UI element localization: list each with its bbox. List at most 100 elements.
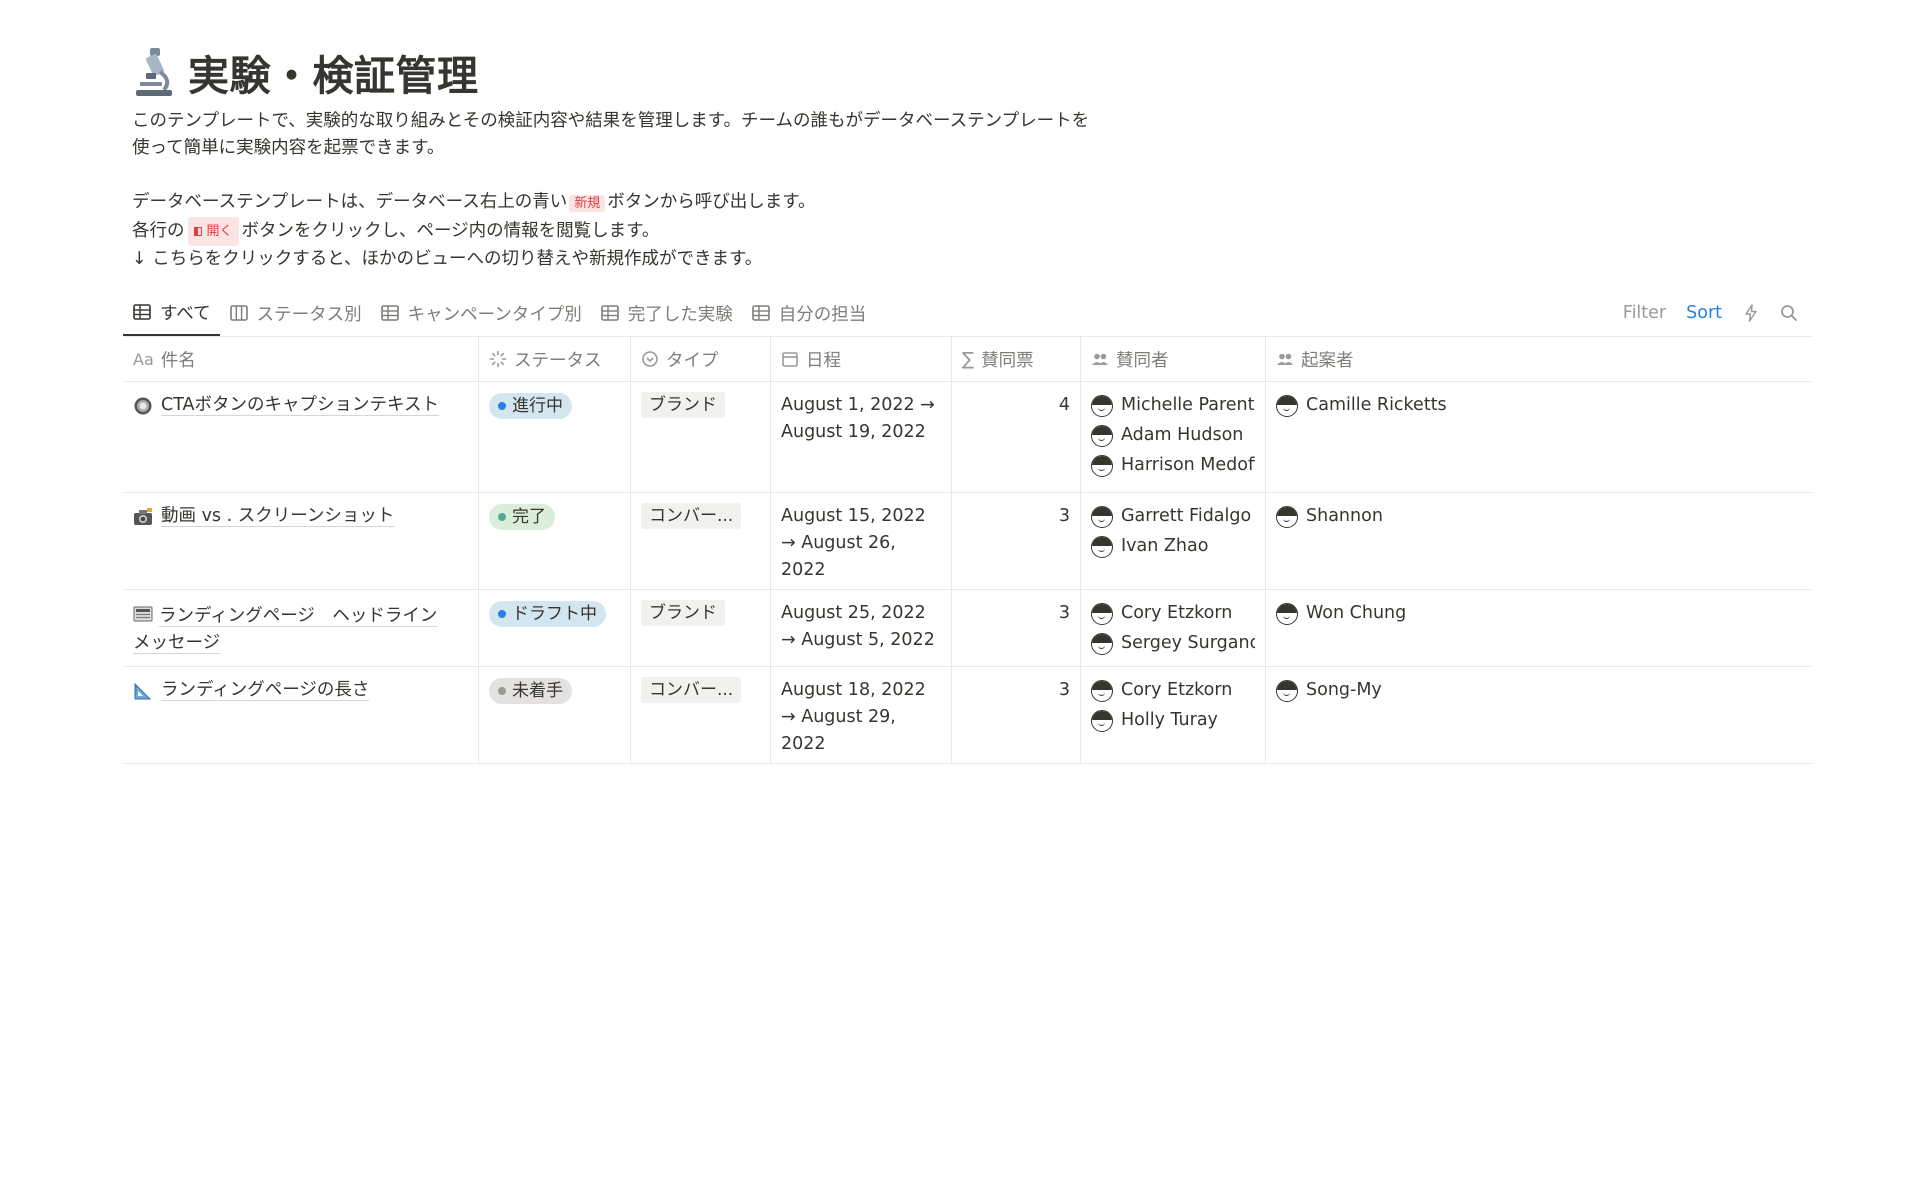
tab-completed[interactable]: 完了した実験 <box>591 290 742 336</box>
person-chip: Camille Ricketts <box>1276 389 1802 422</box>
cell-votes: 4 <box>952 382 1081 492</box>
cell-name[interactable]: CTAボタンのキャプションテキスト <box>123 382 479 492</box>
cell-name[interactable]: 動画 vs . スクリーンショット <box>123 493 479 589</box>
tab-by-campaign-type[interactable]: キャンペーンタイプ別 <box>371 290 591 336</box>
button-icon <box>134 397 152 415</box>
ruler-icon <box>134 682 152 700</box>
person-chip: Won Chung <box>1276 597 1802 630</box>
camera-icon <box>134 508 152 525</box>
avatar <box>1091 505 1113 528</box>
status-badge: ドラフト中 <box>489 601 606 627</box>
search-icon[interactable] <box>1780 304 1798 322</box>
cell-type[interactable]: コンバー... <box>631 493 771 589</box>
filter-button[interactable]: Filter <box>1623 303 1666 323</box>
type-tag: ブランド <box>641 600 725 626</box>
avatar <box>1091 535 1113 558</box>
table-row[interactable]: ランディングページ ヘッドライン メッセージ ドラフト中 ブランド August… <box>123 590 1812 667</box>
cell-name[interactable]: ランディングページの長さ <box>123 667 479 763</box>
person-chip: Cory Etzkorn <box>1091 597 1255 630</box>
status-icon <box>489 350 507 368</box>
table-row[interactable]: 動画 vs . スクリーンショット 完了 コンバー... August 15, … <box>123 493 1812 590</box>
row-title[interactable]: ランディングページの長さ <box>161 677 369 704</box>
type-tag: コンバー... <box>641 503 742 529</box>
sort-button[interactable]: Sort <box>1686 303 1722 323</box>
status-badge: 未着手 <box>489 678 572 704</box>
cell-proposer[interactable]: Won Chung <box>1266 590 1812 666</box>
avatar <box>1091 394 1113 417</box>
cell-type[interactable]: ブランド <box>631 382 771 492</box>
table-icon <box>133 304 151 320</box>
person-chip: Garrett Fidalgo <box>1091 500 1255 533</box>
table-header: Aa 件名 ステータス タイプ 日程 ∑ 賛同票 賛同者 起案者 <box>123 337 1812 382</box>
table-icon <box>751 305 770 321</box>
newspaper-icon <box>133 606 153 622</box>
person-chip: Michelle Parent <box>1091 389 1255 422</box>
table-row[interactable]: ランディングページの長さ 未着手 コンバー... August 18, 2022… <box>123 667 1812 764</box>
page: 実験・検証管理 このテンプレートで、実験的な取り組みとその検証内容や結果を管理し… <box>0 0 1920 1199</box>
avatar <box>1276 602 1298 625</box>
open-panel-icon <box>193 227 202 236</box>
cell-supporters[interactable]: Garrett Fidalgo Ivan Zhao <box>1081 493 1266 589</box>
cell-status[interactable]: ドラフト中 <box>479 590 631 666</box>
tab-all[interactable]: すべて <box>123 290 220 336</box>
row-title[interactable]: CTAボタンのキャプションテキスト <box>161 392 439 419</box>
cell-name[interactable]: ランディングページ ヘッドライン メッセージ <box>123 590 479 666</box>
row-title[interactable]: ランディングページ ヘッドライン <box>159 606 437 626</box>
microscope-icon <box>136 48 172 96</box>
cell-supporters[interactable]: Michelle Parent Adam Hudson Harrison Med… <box>1081 382 1266 492</box>
cell-votes: 3 <box>952 667 1081 763</box>
column-header-status[interactable]: ステータス <box>479 337 631 381</box>
table-icon <box>380 305 399 321</box>
description-line: 使って簡単に実験内容を起票できます。 <box>132 138 445 158</box>
row-title[interactable]: メッセージ <box>133 633 220 653</box>
cell-proposer[interactable]: Shannon <box>1266 493 1812 589</box>
status-badge: 完了 <box>489 504 555 530</box>
view-tools: Filter Sort <box>1623 303 1812 323</box>
table-row[interactable]: CTAボタンのキャプションテキスト 進行中 ブランド August 1, 202… <box>123 382 1812 493</box>
cell-proposer[interactable]: Song-My <box>1266 667 1812 763</box>
formula-icon: ∑ <box>962 348 975 370</box>
cell-status[interactable]: 未着手 <box>479 667 631 763</box>
select-icon <box>642 351 658 367</box>
avatar <box>1091 679 1113 702</box>
column-header-name[interactable]: Aa 件名 <box>123 337 479 381</box>
lightning-icon[interactable] <box>1742 304 1760 322</box>
column-header-votes[interactable]: ∑ 賛同票 <box>952 337 1081 381</box>
column-header-proposer[interactable]: 起案者 <box>1266 337 1812 381</box>
cell-votes: 3 <box>952 493 1081 589</box>
person-chip: Ivan Zhao <box>1091 530 1255 563</box>
cell-type[interactable]: コンバー... <box>631 667 771 763</box>
tab-my-tasks[interactable]: 自分の担当 <box>742 290 876 336</box>
cell-votes: 3 <box>952 590 1081 666</box>
tab-by-status[interactable]: ステータス別 <box>220 290 371 336</box>
person-chip: Cory Etzkorn <box>1091 674 1255 707</box>
people-icon <box>1092 353 1108 365</box>
database-table: Aa 件名 ステータス タイプ 日程 ∑ 賛同票 賛同者 起案者 CTAボタンの… <box>123 337 1812 764</box>
type-tag: コンバー... <box>641 677 742 703</box>
column-header-date[interactable]: 日程 <box>771 337 952 381</box>
column-header-supporters[interactable]: 賛同者 <box>1081 337 1266 381</box>
cell-date[interactable]: August 1, 2022 → August 19, 2022 <box>771 382 952 492</box>
people-icon <box>1277 353 1293 365</box>
cell-date[interactable]: August 15, 2022 → August 26, 2022 <box>771 493 952 589</box>
cell-supporters[interactable]: Cory Etzkorn Sergey Surganov <box>1081 590 1266 666</box>
cell-date[interactable]: August 18, 2022 → August 29, 2022 <box>771 667 952 763</box>
avatar <box>1091 709 1113 732</box>
description-line: このテンプレートで、実験的な取り組みとその検証内容や結果を管理します。チームの誰… <box>132 111 1090 131</box>
calendar-icon <box>782 352 798 367</box>
page-content: 実験・検証管理 このテンプレートで、実験的な取り組みとその検証内容や結果を管理し… <box>123 40 1812 764</box>
type-tag: ブランド <box>641 392 725 418</box>
page-title-text: 実験・検証管理 <box>188 52 479 100</box>
board-icon <box>229 305 248 321</box>
person-chip: Holly Turay <box>1091 704 1255 737</box>
cell-date[interactable]: August 25, 2022 → August 5, 2022 <box>771 590 952 666</box>
status-badge: 進行中 <box>489 393 572 419</box>
cell-status[interactable]: 完了 <box>479 493 631 589</box>
page-description: このテンプレートで、実験的な取り組みとその検証内容や結果を管理します。チームの誰… <box>132 108 1812 273</box>
cell-status[interactable]: 進行中 <box>479 382 631 492</box>
cell-supporters[interactable]: Cory Etzkorn Holly Turay <box>1081 667 1266 763</box>
row-title[interactable]: 動画 vs . スクリーンショット <box>161 503 394 530</box>
cell-type[interactable]: ブランド <box>631 590 771 666</box>
cell-proposer[interactable]: Camille Ricketts <box>1266 382 1812 492</box>
column-header-type[interactable]: タイプ <box>631 337 771 381</box>
